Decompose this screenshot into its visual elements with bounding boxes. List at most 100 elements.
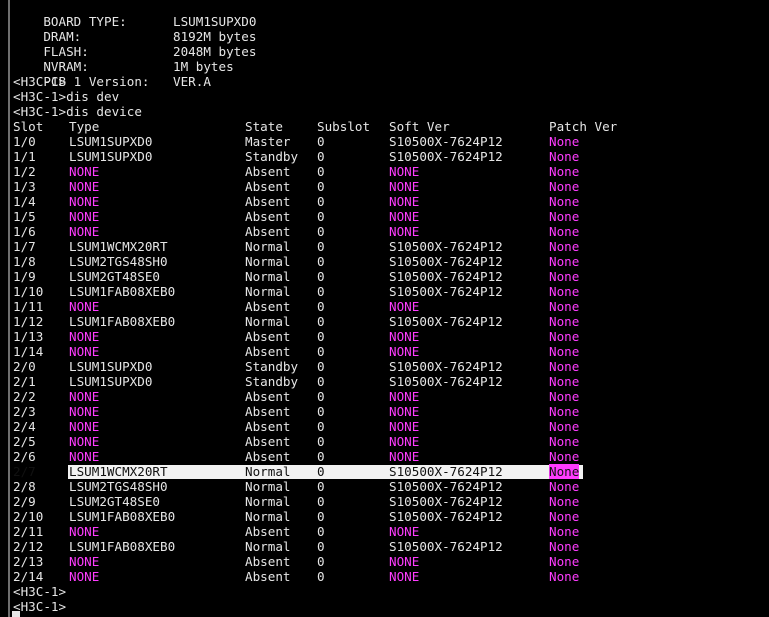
subslot-cell: 0	[317, 134, 325, 149]
header-value: LSUM1SUPXD0	[173, 14, 257, 29]
state-cell: Standby	[245, 374, 299, 389]
patch-ver-cell: None	[549, 509, 580, 524]
command-line: <H3C-1>dis dev	[13, 89, 120, 104]
header-line: PCB 1 Version: VER.A	[13, 59, 211, 89]
state-cell: Absent	[245, 419, 291, 434]
table-row[interactable]: 2/0 LSUM1SUPXD0 Standby 0 S10500X-7624P12 Non…	[0, 359, 769, 374]
header-line: DRAM: 8192M bytes	[13, 14, 256, 44]
command-line: <H3C-1>dis device	[13, 104, 142, 119]
subslot-cell: 0	[317, 449, 325, 464]
patch-ver-cell: None	[549, 149, 580, 164]
type-cell: LSUM1FAB08XEB0	[69, 509, 176, 524]
header-value: 2048M bytes	[173, 44, 257, 59]
table-row[interactable]: 1/8 LSUM2TGS48SH0 Normal 0 S10500X-7624P12 No…	[0, 254, 769, 269]
table-row[interactable]: 2/7 LSUM1WCMX20RT Normal 0 S10500X-7624P12 No…	[0, 464, 769, 479]
slot-cell: 2/5	[13, 434, 36, 449]
table-row[interactable]: 1/6 NONE Absent 0 NONE None	[0, 224, 769, 239]
slot-cell: 1/2	[13, 164, 36, 179]
soft-ver-cell: NONE	[389, 389, 420, 404]
soft-ver-cell: S10500X-7624P12	[389, 239, 503, 254]
subslot-cell: 0	[317, 344, 325, 359]
patch-ver-cell: None	[549, 314, 580, 329]
slot-cell: 2/1	[13, 374, 36, 389]
table-row[interactable]: 1/5 NONE Absent 0 NONE None	[0, 209, 769, 224]
table-row[interactable]: 2/5 NONE Absent 0 NONE None	[0, 434, 769, 449]
table-row[interactable]: 1/14 NONE Absent 0 NONE None	[0, 344, 769, 359]
soft-ver-cell: NONE	[389, 434, 420, 449]
state-cell: Normal	[245, 239, 291, 254]
table-row[interactable]: 1/7 LSUM1WCMX20RT Normal 0 S10500X-7624P12 No…	[0, 239, 769, 254]
prompt-line: <H3C-1>	[13, 599, 67, 614]
state-cell: Absent	[245, 449, 291, 464]
subslot-cell: 0	[317, 434, 325, 449]
table-row[interactable]: 2/12 LSUM1FAB08XEB0 Normal 0 S10500X-7624P12…	[0, 539, 769, 554]
state-cell: Standby	[245, 149, 299, 164]
slot-cell: 2/12	[13, 539, 44, 554]
table-row[interactable]: 2/4 NONE Absent 0 NONE None	[0, 419, 769, 434]
type-cell: NONE	[69, 344, 100, 359]
subslot-cell: 0	[317, 524, 325, 539]
soft-ver-cell: NONE	[389, 569, 420, 584]
soft-ver-cell: S10500X-7624P12	[389, 314, 503, 329]
soft-ver-cell: NONE	[389, 299, 420, 314]
slot-cell: 1/3	[13, 179, 36, 194]
table-row[interactable]: 2/1 LSUM1SUPXD0 Standby 0 S10500X-7624P12 Non…	[0, 374, 769, 389]
table-row[interactable]: 2/10 LSUM1FAB08XEB0 Normal 0 S10500X-7624P12…	[0, 509, 769, 524]
type-cell: NONE	[69, 569, 100, 584]
state-cell: Normal	[245, 284, 291, 299]
table-row[interactable]: 1/13 NONE Absent 0 NONE None	[0, 329, 769, 344]
subslot-cell: 0	[317, 509, 325, 524]
header-line: BOARD TYPE: LSUM1SUPXD0	[13, 0, 256, 29]
table-row[interactable]: 2/9 LSUM2GT48SE0 Normal 0 S10500X-7624P12 Non…	[0, 494, 769, 509]
state-cell: Absent	[245, 209, 291, 224]
header-value: VER.A	[173, 74, 211, 89]
table-row[interactable]: 2/2 NONE Absent 0 NONE None	[0, 389, 769, 404]
state-cell: Absent	[245, 164, 291, 179]
prompt-line: <H3C-1>	[13, 74, 67, 89]
state-cell: Absent	[245, 224, 291, 239]
terminal-cursor	[12, 611, 20, 617]
slot-cell: 1/4	[13, 194, 36, 209]
subslot-cell: 0	[317, 464, 325, 479]
table-row[interactable]: 2/11 NONE Absent 0 NONE None	[0, 524, 769, 539]
table-row[interactable]: 2/3 NONE Absent 0 NONE None	[0, 404, 769, 419]
subslot-cell: 0	[317, 404, 325, 419]
soft-ver-cell: S10500X-7624P12	[389, 254, 503, 269]
type-cell: NONE	[69, 554, 100, 569]
subslot-cell: 0	[317, 284, 325, 299]
header-value: 8192M bytes	[173, 29, 257, 44]
table-row[interactable]: 2/6 NONE Absent 0 NONE None	[0, 449, 769, 464]
column-header-patch-ver: Patch Ver	[549, 119, 618, 134]
table-row[interactable]: 2/13 NONE Absent 0 NONE None	[0, 554, 769, 569]
subslot-cell: 0	[317, 224, 325, 239]
table-row[interactable]: 2/8 LSUM2TGS48SH0 Normal 0 S10500X-7624P12 No…	[0, 479, 769, 494]
state-cell: Absent	[245, 299, 291, 314]
table-row[interactable]: 1/4 NONE Absent 0 NONE None	[0, 194, 769, 209]
table-row[interactable]: 1/12 LSUM1FAB08XEB0 Normal 0 S10500X-7624P12…	[0, 314, 769, 329]
table-row[interactable]: 1/1 LSUM1SUPXD0 Standby 0 S10500X-7624P12 Non…	[0, 149, 769, 164]
subslot-cell: 0	[317, 539, 325, 554]
type-cell: NONE	[69, 179, 100, 194]
subslot-cell: 0	[317, 299, 325, 314]
table-row[interactable]: 1/10 LSUM1FAB08XEB0 Normal 0 S10500X-7624P12…	[0, 284, 769, 299]
table-row[interactable]: 1/3 NONE Absent 0 NONE None	[0, 179, 769, 194]
type-cell: LSUM2TGS48SH0	[69, 254, 168, 269]
header-line: NVRAM: 1M bytes	[13, 44, 233, 74]
table-row[interactable]: 1/11 NONE Absent 0 NONE None	[0, 299, 769, 314]
patch-ver-cell: None	[549, 449, 580, 464]
table-row[interactable]: 2/14 NONE Absent 0 NONE None	[0, 569, 769, 584]
state-cell: Absent	[245, 389, 291, 404]
table-row[interactable]: 1/2 NONE Absent 0 NONE None	[0, 164, 769, 179]
column-header-soft-ver: Soft Ver	[389, 119, 450, 134]
soft-ver-cell: NONE	[389, 329, 420, 344]
state-cell: Normal	[245, 464, 291, 479]
slot-cell: 1/5	[13, 209, 36, 224]
table-row[interactable]: 1/9 LSUM2GT48SE0 Normal 0 S10500X-7624P12 Non…	[0, 269, 769, 284]
state-cell: Normal	[245, 254, 291, 269]
table-row[interactable]: 1/0 LSUM1SUPXD0 Master 0 S10500X-7624P12 None	[0, 134, 769, 149]
soft-ver-cell: S10500X-7624P12	[389, 479, 503, 494]
subslot-cell: 0	[317, 494, 325, 509]
slot-cell: 2/11	[13, 524, 44, 539]
terminal-window[interactable]: BOARD TYPE: LSUM1SUPXD0 DRAM: 8192M bytes …	[0, 0, 769, 617]
subslot-cell: 0	[317, 314, 325, 329]
